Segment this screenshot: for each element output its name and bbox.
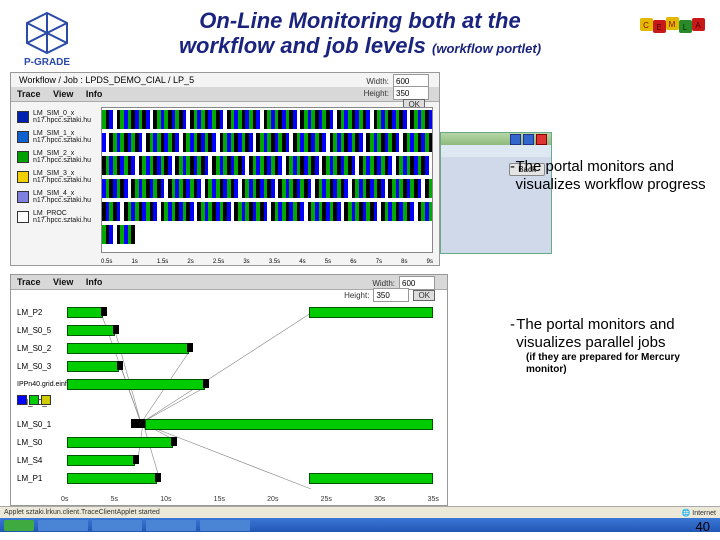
bullet-1: -The portal monitors and visualizes work…: [510, 158, 710, 194]
maximize-icon[interactable]: [523, 134, 534, 145]
height-input[interactable]: [393, 86, 429, 100]
pgrade-logo: P-GRADE: [12, 8, 82, 68]
menu-info[interactable]: Info: [86, 89, 103, 99]
taskbar-item[interactable]: [92, 520, 142, 531]
workflow-path: Workflow / Job : LPDS_DEMO_CIAL / LP_5: [19, 75, 194, 85]
height-input[interactable]: [373, 288, 409, 302]
job-label: LM_S0: [17, 433, 42, 451]
menu-view[interactable]: View: [53, 89, 73, 99]
job-label: LM_S0_5: [17, 321, 51, 339]
taskbar-item[interactable]: [146, 520, 196, 531]
svg-text:M: M: [669, 20, 676, 29]
status-bar: Applet sztaki.lrkun.client.TraceClientAp…: [0, 506, 720, 518]
height-label: Height:: [344, 291, 369, 300]
proc-row: LM_SIM_3_xn17.hpcc.sztaki.hu: [13, 167, 99, 187]
job-label: LM_S0_2: [17, 339, 51, 357]
ok-button[interactable]: OK: [413, 290, 435, 301]
svg-text:E: E: [656, 23, 661, 32]
job-label: LM_S0_1: [17, 415, 51, 433]
menu-view[interactable]: View: [53, 277, 73, 287]
slide-title: On-Line Monitoring both at the workflow …: [82, 8, 638, 59]
height-label: Height:: [364, 89, 389, 98]
start-button[interactable]: [4, 520, 34, 531]
puzzle-logo: C E M L A: [638, 8, 708, 48]
trace-viewer-lower: Trace View Info Width: Height: OK LM_P2 …: [10, 274, 448, 506]
proc-row: LM_SIM_4_xn17.hpcc.sztaki.hu: [13, 187, 99, 207]
job-label: LM_P2: [17, 303, 42, 321]
proc-row: LM_SIM_0_xn17.hpcc.sztaki.hu: [13, 107, 99, 127]
page-number: 40: [696, 519, 710, 534]
proc-row: LM_PROCn17.hpcc.sztaki.hu: [13, 207, 99, 227]
menu-trace[interactable]: Trace: [17, 89, 41, 99]
time-axis: 0.5s1s1.5s2s2.5s3s3.5s4s5s6s7s8s9s: [101, 259, 433, 265]
job-label: LM_S0_3: [17, 357, 51, 375]
menu-trace[interactable]: Trace: [17, 277, 41, 287]
job-label: LM_P1: [17, 469, 42, 487]
job-label: LM_S4: [17, 451, 42, 469]
proc-row: LM_SIM_2_xn17.hpcc.sztaki.hu: [13, 147, 99, 167]
svg-text:L: L: [683, 23, 688, 32]
proc-row: LM_SIM_1_xn17.hpcc.sztaki.hu: [13, 127, 99, 147]
taskbar-item[interactable]: [200, 520, 250, 531]
svg-text:P-GRADE: P-GRADE: [24, 57, 70, 68]
svg-text:A: A: [695, 21, 701, 30]
time-axis-lower: 0s5s10s15s20s25s30s35s: [61, 496, 439, 503]
browser-titlebar: [441, 133, 551, 145]
trace-chart: [101, 107, 433, 253]
minimize-icon[interactable]: [510, 134, 521, 145]
svg-text:C: C: [643, 21, 649, 30]
trace-viewer-upper: Workflow / Job : LPDS_DEMO_CIAL / LP_5 T…: [10, 72, 440, 266]
menu-info[interactable]: Info: [86, 277, 103, 287]
bullet-2-note: (if they are prepared for Mercury monito…: [526, 352, 710, 376]
close-icon[interactable]: [536, 134, 547, 145]
bullet-2: -The portal monitors and visualizes para…: [510, 316, 710, 376]
color-legend: [17, 395, 51, 405]
taskbar-item[interactable]: [38, 520, 88, 531]
taskbar: [0, 518, 720, 532]
